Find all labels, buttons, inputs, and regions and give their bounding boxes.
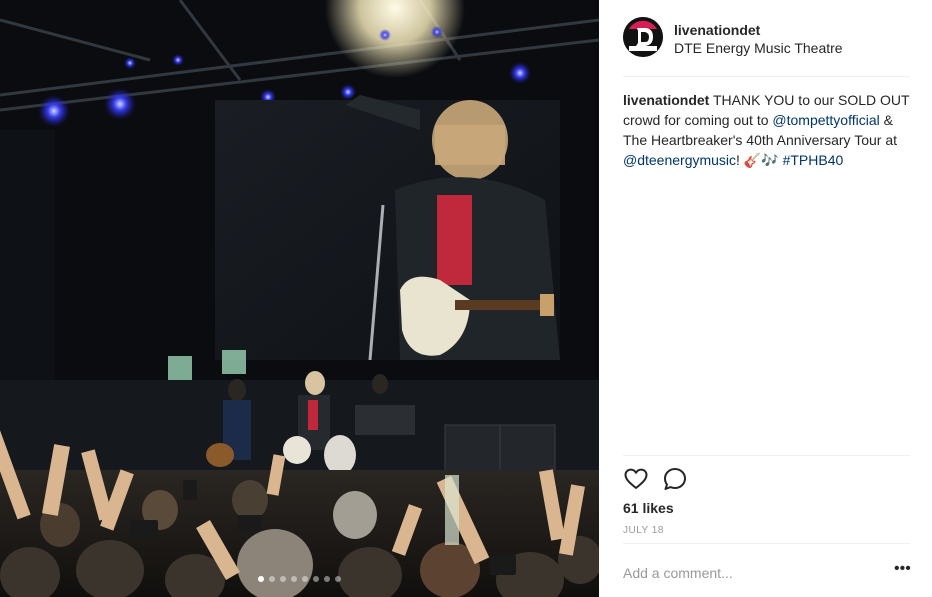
- carousel-dot[interactable]: [258, 576, 264, 582]
- caption-username[interactable]: livenationdet: [623, 92, 709, 108]
- concert-photo: [0, 0, 599, 597]
- post-caption: livenationdet THANK YOU to our SOLD OUT …: [623, 90, 913, 170]
- mention-tompettyofficial[interactable]: @tompettyofficial: [772, 112, 879, 128]
- comment-button[interactable]: [662, 466, 688, 492]
- carousel-dot[interactable]: [313, 576, 319, 582]
- heart-icon: [624, 468, 648, 489]
- old-english-d-logo-icon: [623, 17, 663, 57]
- actions-divider: [623, 455, 910, 457]
- post-header: livenationdet DTE Energy Music Theatre: [623, 17, 910, 77]
- carousel-dot[interactable]: [324, 576, 330, 582]
- carousel-dot[interactable]: [335, 576, 341, 582]
- caption-text-3: ! 🎸🎶: [736, 152, 783, 168]
- like-button[interactable]: [623, 466, 649, 492]
- hashtag-tphb40[interactable]: #TPHB40: [783, 152, 844, 168]
- post-sidebar: livenationdet DTE Energy Music Theatre l…: [599, 0, 932, 597]
- carousel-dot[interactable]: [291, 576, 297, 582]
- carousel-indicator: [0, 576, 599, 584]
- comment-area: •••: [623, 543, 911, 597]
- carousel-dot[interactable]: [269, 576, 275, 582]
- post-photo[interactable]: [0, 0, 599, 597]
- mention-dteenergymusic[interactable]: @dteenergymusic: [623, 152, 736, 168]
- carousel-dot[interactable]: [302, 576, 308, 582]
- comment-icon: [664, 468, 686, 490]
- post-date[interactable]: JULY 18: [623, 525, 664, 536]
- carousel-dot[interactable]: [280, 576, 286, 582]
- likes-count[interactable]: 61 likes: [623, 500, 674, 516]
- avatar[interactable]: [623, 17, 663, 57]
- more-options-icon[interactable]: •••: [894, 561, 911, 582]
- post-location[interactable]: DTE Energy Music Theatre: [674, 40, 843, 56]
- post-username[interactable]: livenationdet: [674, 22, 760, 38]
- comment-input[interactable]: [623, 562, 873, 584]
